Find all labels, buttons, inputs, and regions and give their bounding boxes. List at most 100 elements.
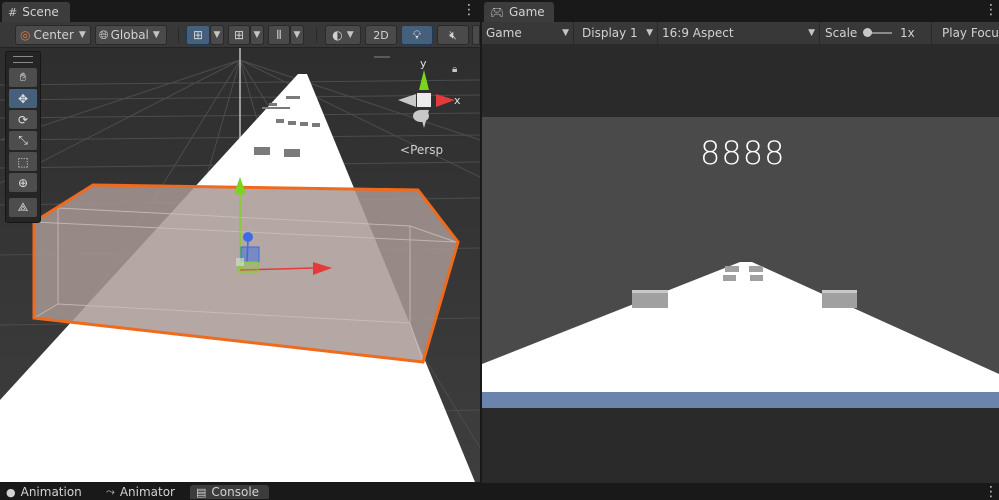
scene-tab[interactable]: # Scene xyxy=(2,2,70,22)
game-tab[interactable]: 🎮︎ Game xyxy=(484,2,554,22)
rect-tool-button[interactable]: ⬚ xyxy=(9,152,37,171)
gizmo-y-label: y xyxy=(420,57,427,70)
view-select[interactable]: Game ▼ xyxy=(482,22,574,44)
scene-tab-label: Scene xyxy=(22,5,59,19)
chevron-down-icon: ▼ xyxy=(346,30,354,40)
console-tab[interactable]: ▤ Console xyxy=(190,485,270,499)
audio-toggle[interactable]: 🔇︎ xyxy=(437,25,469,45)
game-tab-label: Game xyxy=(508,5,545,19)
display-select-value: Display 1 xyxy=(582,26,638,40)
score-text: 8888 xyxy=(700,134,786,172)
chevron-down-icon: ▼ xyxy=(293,30,301,40)
play-focus-label: Play Focu xyxy=(942,26,999,40)
overlay-handle[interactable] xyxy=(374,56,390,58)
more-toolbar-button[interactable] xyxy=(472,25,480,45)
light-bulb-icon: 💡︎ xyxy=(412,27,422,42)
scene-menu-icon[interactable]: ⋮ xyxy=(462,3,476,17)
console-tab-label: Console xyxy=(211,485,260,499)
shaded-sphere-icon: ◐ xyxy=(332,28,343,42)
persp-label: Persp xyxy=(410,143,444,157)
increment-snap-icon: ⊞ xyxy=(233,28,245,42)
animator-tab-label: Animator xyxy=(119,485,175,499)
pivot-label: Center xyxy=(33,28,74,42)
scale-label: Scale xyxy=(825,26,858,40)
scale-slider-thumb[interactable] xyxy=(863,28,872,37)
letterbox-bottom xyxy=(482,408,999,483)
toolbar-separator xyxy=(178,27,179,43)
chevron-down-icon: ▼ xyxy=(253,30,261,40)
2d-mode-label: 2D xyxy=(373,28,389,42)
letterbox-top xyxy=(482,44,999,117)
increment-snap-button[interactable]: ⊞ xyxy=(228,25,250,45)
2d-mode-button[interactable]: 2D xyxy=(365,25,397,45)
play-focused-dropdown[interactable]: Play Focu xyxy=(938,22,999,44)
game-tab-strip xyxy=(482,0,999,22)
grid-visibility-button[interactable]: ⦀ xyxy=(268,25,290,45)
chevron-left-icon: < xyxy=(400,143,411,157)
scale-control: Scale 1x xyxy=(820,22,932,44)
lighting-toggle[interactable]: 💡︎ xyxy=(401,25,433,45)
chevron-down-icon: ▼ xyxy=(646,28,653,38)
globe-icon: 🌐︎ xyxy=(99,27,109,42)
space-dropdown[interactable]: 🌐︎ Global ▼ xyxy=(95,25,167,45)
scale-icon: ⤡ xyxy=(18,133,28,147)
grid-icon: # xyxy=(8,5,18,19)
gizmo-x-label: x xyxy=(454,94,461,107)
rect-icon: ⬚ xyxy=(17,154,29,169)
animation-tab[interactable]: ● Animation xyxy=(6,485,82,499)
gizmo-z-cone xyxy=(413,110,429,122)
game-road-edge xyxy=(482,392,999,408)
chevron-down-icon: ▼ xyxy=(152,30,160,40)
console-icon: ▤ xyxy=(196,485,207,499)
lock-icon: 🔒︎ xyxy=(452,64,457,75)
move-arrows-icon: ✥ xyxy=(17,91,29,106)
grid-lines-icon: ⦀ xyxy=(276,27,282,42)
speaker-muted-icon: 🔇︎ xyxy=(449,27,457,42)
scale-tool-button[interactable]: ⤡ xyxy=(9,131,37,150)
aspect-select-value: 16:9 Aspect xyxy=(662,26,734,40)
hand-tool-button[interactable]: ✋︎ xyxy=(9,68,37,87)
custom-tool-button[interactable]: ⟁ xyxy=(9,198,37,217)
animation-tab-label: Animation xyxy=(20,485,82,499)
z-axis-handle xyxy=(243,232,253,242)
chevron-down-icon: ▼ xyxy=(78,30,86,40)
chevron-down-icon: ▼ xyxy=(562,28,569,38)
animation-icon: ● xyxy=(6,485,16,499)
grid-visibility-dropdown[interactable]: ▼ xyxy=(290,25,304,45)
view-select-value: Game xyxy=(486,26,522,40)
rotate-tool-button[interactable]: ⟳ xyxy=(9,110,37,129)
hand-icon: ✋︎ xyxy=(19,70,27,84)
grid-snap-button[interactable]: ⊞ xyxy=(186,25,210,45)
draw-mode-dropdown[interactable]: ◐ ▼ xyxy=(325,25,361,45)
grid-snap-dropdown[interactable]: ▼ xyxy=(210,25,224,45)
transform-icon: ⊕ xyxy=(17,175,29,190)
pivot-dropdown[interactable]: ◎ Center ▼ xyxy=(15,25,91,45)
scale-value: 1x xyxy=(900,26,915,40)
center-handle xyxy=(236,258,244,266)
game-viewport xyxy=(482,44,999,483)
aspect-select[interactable]: 16:9 Aspect ▼ xyxy=(658,22,820,44)
persp-toggle[interactable]: <Persp xyxy=(400,143,443,157)
space-label: Global xyxy=(110,28,149,42)
animator-tab[interactable]: ⤳ Animator xyxy=(106,485,175,499)
custom-tool-icon: ⟁ xyxy=(17,200,29,214)
chevron-down-icon: ▼ xyxy=(808,28,815,38)
grid-snap-icon: ⊞ xyxy=(192,28,204,42)
toolbar-separator xyxy=(316,27,317,43)
game-menu-icon[interactable]: ⋮ xyxy=(984,3,998,17)
animator-icon: ⤳ xyxy=(106,485,115,498)
chevron-down-icon: ▼ xyxy=(213,30,221,40)
tools-overlay: ✋︎ ✥ ⟳ ⤡ ⬚ ⊕ ⟁ xyxy=(5,51,41,223)
tools-overlay-handle[interactable] xyxy=(13,56,33,63)
move-tool-button[interactable]: ✥ xyxy=(9,89,37,108)
pivot-icon: ◎ xyxy=(20,28,31,42)
gamepad-icon: 🎮︎ xyxy=(490,5,504,19)
bottom-panel-menu-icon[interactable]: ⋮ xyxy=(984,485,998,499)
scene-tab-strip xyxy=(0,0,480,22)
scene-viewport[interactable]: y x 🔒︎ xyxy=(0,48,480,482)
game-toolbar: Game ▼ Display 1 ▼ 16:9 Aspect ▼ Scale 1… xyxy=(482,22,999,44)
display-select[interactable]: Display 1 ▼ xyxy=(578,22,658,44)
transform-tool-button[interactable]: ⊕ xyxy=(9,173,37,192)
rotate-icon: ⟳ xyxy=(17,112,29,127)
increment-snap-dropdown[interactable]: ▼ xyxy=(250,25,264,45)
